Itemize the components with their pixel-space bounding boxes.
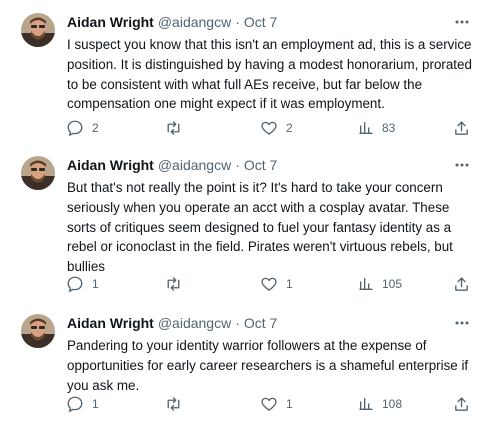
reply-icon — [66, 119, 84, 137]
avatar[interactable] — [21, 13, 55, 47]
more-icon[interactable] — [452, 14, 472, 30]
author-handle[interactable]: @aidangcw — [158, 157, 231, 173]
views-count: 108 — [382, 397, 403, 411]
like-icon — [260, 275, 278, 293]
tweet-header: Aidan Wright @aidangcw · Oct 7 — [67, 156, 277, 174]
reply-button[interactable]: 1 — [66, 394, 99, 414]
share-button[interactable] — [453, 394, 470, 414]
like-button[interactable]: 1 — [260, 394, 293, 414]
retweet-icon — [164, 119, 183, 137]
author-handle[interactable]: @aidangcw — [158, 14, 231, 30]
avatar[interactable] — [21, 156, 55, 190]
more-icon[interactable] — [452, 157, 472, 173]
reply-count: 2 — [92, 121, 99, 135]
tweet-actions: 2 2 83 — [66, 118, 486, 138]
views-button[interactable]: 105 — [358, 274, 402, 294]
tweet-header: Aidan Wright @aidangcw · Oct 7 — [67, 13, 277, 31]
share-icon — [453, 120, 470, 137]
tweet-header: Aidan Wright @aidangcw · Oct 7 — [67, 314, 277, 332]
views-icon — [358, 276, 374, 292]
views-icon — [358, 120, 374, 136]
reply-count: 1 — [92, 397, 99, 411]
reply-icon — [66, 275, 84, 293]
views-count: 83 — [382, 121, 396, 135]
author-name[interactable]: Aidan Wright — [67, 157, 154, 173]
views-count: 105 — [382, 277, 403, 291]
views-button[interactable]: 83 — [358, 118, 395, 138]
retweet-button[interactable] — [164, 274, 191, 294]
like-count: 2 — [286, 121, 293, 135]
tweet-thread: Aidan Wright @aidangcw · Oct 7 I suspect… — [0, 0, 498, 423]
like-count: 1 — [286, 277, 293, 291]
separator-dot: · — [235, 157, 240, 173]
tweet-date[interactable]: Oct 7 — [244, 14, 277, 30]
reply-button[interactable]: 1 — [66, 274, 99, 294]
like-count: 1 — [286, 397, 293, 411]
retweet-button[interactable] — [164, 118, 191, 138]
tweet-date[interactable]: Oct 7 — [244, 157, 277, 173]
author-handle[interactable]: @aidangcw — [158, 315, 231, 331]
reply-button[interactable]: 2 — [66, 118, 99, 138]
views-icon — [358, 396, 374, 412]
tweet-actions: 1 1 105 — [66, 274, 486, 294]
like-icon — [260, 395, 278, 413]
views-button[interactable]: 108 — [358, 394, 402, 414]
avatar[interactable] — [21, 314, 55, 348]
like-button[interactable]: 1 — [260, 274, 293, 294]
separator-dot: · — [235, 315, 240, 331]
tweet-date[interactable]: Oct 7 — [244, 315, 277, 331]
like-button[interactable]: 2 — [260, 118, 293, 138]
tweet-text: I suspect you know that this isn't an em… — [67, 37, 472, 112]
separator-dot: · — [235, 14, 240, 30]
share-button[interactable] — [453, 274, 470, 294]
author-name[interactable]: Aidan Wright — [67, 315, 154, 331]
tweet-actions: 1 1 108 — [66, 394, 486, 414]
share-button[interactable] — [453, 118, 470, 138]
share-icon — [453, 276, 470, 293]
retweet-icon — [164, 275, 183, 293]
reply-icon — [66, 395, 84, 413]
tweet-text: Pandering to your identity warrior follo… — [67, 338, 469, 393]
reply-count: 1 — [92, 277, 99, 291]
author-name[interactable]: Aidan Wright — [67, 14, 154, 30]
tweet-text: But that's not really the point is it? I… — [67, 180, 453, 275]
like-icon — [260, 119, 278, 137]
retweet-icon — [164, 395, 183, 413]
retweet-button[interactable] — [164, 394, 191, 414]
share-icon — [453, 396, 470, 413]
more-icon[interactable] — [452, 315, 472, 331]
